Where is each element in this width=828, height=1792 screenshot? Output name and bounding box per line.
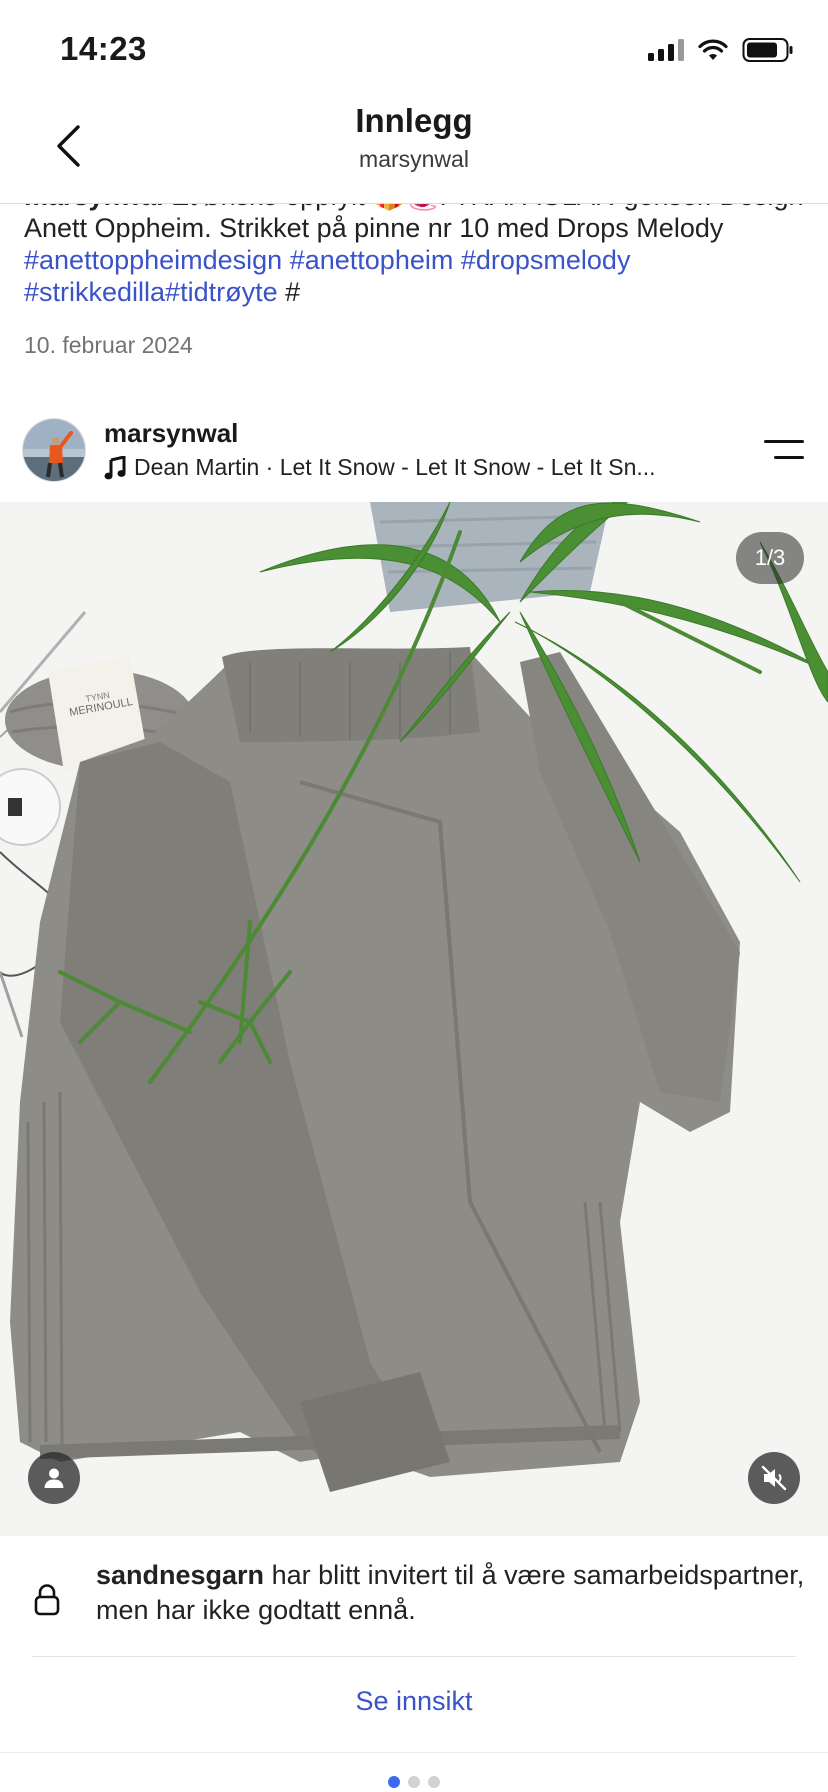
page-title: Innlegg	[355, 102, 473, 139]
partnership-notice: sandnesgarn har blitt invitert til å vær…	[0, 1536, 828, 1656]
page-indicator	[0, 1776, 828, 1788]
hashtag-link[interactable]: #anettopheim	[290, 245, 454, 275]
post-image[interactable]: TYNN MERINOULL 1/3	[0, 502, 828, 1536]
status-time: 14:23	[60, 30, 147, 67]
status-bar: 14:23	[0, 0, 828, 96]
tagged-people-button[interactable]	[28, 1452, 80, 1504]
nav-header: Innlegg marsynwal	[0, 96, 828, 204]
status-icons	[648, 36, 794, 64]
page-dot-active	[388, 1776, 400, 1788]
post-menu-button[interactable]	[760, 436, 804, 466]
menu-lines-icon	[764, 440, 804, 443]
page-subtitle: marsynwal	[359, 146, 469, 172]
sweater-photo: TYNN MERINOULL	[0, 502, 828, 1536]
page-dot	[428, 1776, 440, 1788]
view-insights-link[interactable]: Se innsikt	[0, 1686, 828, 1717]
music-text: Dean Martin · Let It Snow - Let It Snow …	[134, 454, 656, 480]
post-username[interactable]: marsynwal	[104, 418, 238, 449]
divider	[0, 1752, 828, 1753]
wifi-icon	[698, 39, 728, 60]
divider	[32, 1656, 796, 1657]
hashtag-link[interactable]: #dropsmelody	[461, 245, 631, 275]
page-dot	[408, 1776, 420, 1788]
post-header: marsynwal Dean Martin · Let It Snow - Le…	[0, 410, 828, 502]
music-note-icon	[104, 455, 126, 479]
signal-icon	[648, 39, 684, 61]
partner-account[interactable]: sandnesgarn	[96, 1560, 264, 1590]
partnership-text: sandnesgarn har blitt invitert til å vær…	[96, 1558, 806, 1628]
speaker-muted-icon	[761, 1465, 787, 1491]
image-counter: 1/3	[736, 532, 804, 584]
hashtag-link[interactable]: #strikkedilla#tidtrøyte	[24, 277, 278, 307]
caption-trailing: #	[277, 277, 301, 307]
person-tag-icon	[44, 1468, 64, 1488]
avatar[interactable]	[22, 418, 86, 482]
lock-icon	[34, 1584, 60, 1616]
hashtag-link[interactable]: #anettoppheimdesign	[24, 245, 282, 275]
post-date: 10. februar 2024	[24, 332, 193, 358]
music-attribution[interactable]: Dean Martin · Let It Snow - Let It Snow …	[104, 454, 656, 481]
battery-icon	[742, 38, 793, 62]
mute-button[interactable]	[748, 1452, 800, 1504]
